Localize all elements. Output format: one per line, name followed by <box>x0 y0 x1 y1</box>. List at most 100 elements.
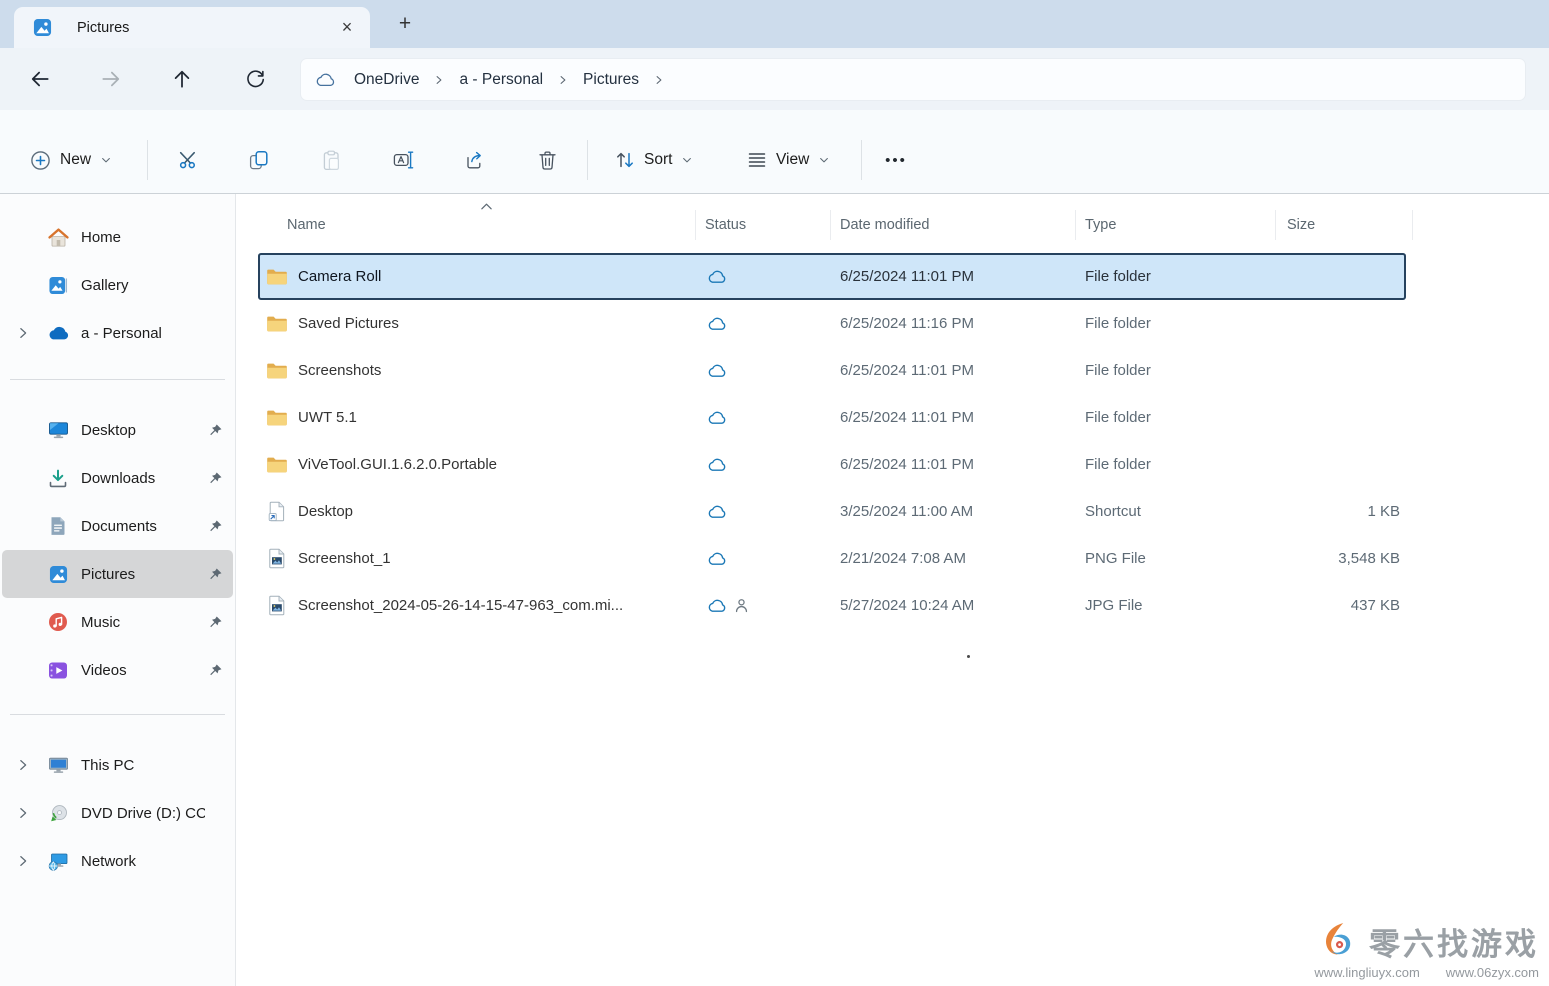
table-row[interactable]: Camera Roll 6/25/2024 11:01 PM File fold… <box>258 253 1406 300</box>
sidebar-item-home[interactable]: Home <box>0 213 235 261</box>
tab-close-icon[interactable]: × <box>334 15 360 41</box>
breadcrumb-personal[interactable]: a - Personal <box>451 67 551 93</box>
pictures-tab-icon <box>30 18 54 37</box>
table-row[interactable]: UWT 5.1 6/25/2024 11:01 PM File folder <box>258 394 1406 441</box>
cloud-status-icon <box>707 363 727 378</box>
sidebar-item-desktop[interactable]: Desktop <box>0 406 235 454</box>
table-row[interactable]: Screenshot_1 2/21/2024 7:08 AM PNG File … <box>258 535 1406 582</box>
sidebar-item-network[interactable]: Network <box>0 837 235 885</box>
file-icon <box>266 315 288 333</box>
expand-chevron-icon <box>16 326 46 340</box>
chevron-down-icon <box>100 154 112 166</box>
new-button[interactable]: New <box>20 139 122 181</box>
sidebar-item-this-pc[interactable]: This PC <box>0 741 235 789</box>
column-header-status[interactable]: Status <box>696 210 831 240</box>
view-button[interactable]: View <box>736 139 841 181</box>
file-date-cell: 3/25/2024 11:00 AM <box>831 503 1076 520</box>
sidebar-item-icon <box>46 421 70 440</box>
file-status-cell <box>696 504 831 519</box>
sidebar-item-videos[interactable]: Videos <box>0 646 235 694</box>
tab-strip: Pictures × + <box>0 0 1549 48</box>
new-tab-button[interactable]: + <box>390 9 420 39</box>
file-size-cell: 3,548 KB <box>1276 550 1406 567</box>
file-name-cell: Desktop <box>258 501 696 522</box>
breadcrumb-onedrive[interactable]: OneDrive <box>346 67 427 93</box>
sidebar-item-pictures[interactable]: Pictures <box>2 550 233 598</box>
file-icon <box>266 409 288 427</box>
file-type-cell: File folder <box>1076 268 1276 285</box>
column-header-size[interactable]: Size <box>1276 210 1413 240</box>
file-icon <box>266 268 288 286</box>
sidebar-item-icon <box>46 326 70 340</box>
expand-chevron-icon <box>16 806 46 820</box>
sidebar-item-label: Videos <box>81 662 205 679</box>
forward-button[interactable] <box>94 62 128 96</box>
file-name-cell: Screenshots <box>258 362 696 380</box>
refresh-button[interactable] <box>238 62 272 96</box>
sort-ascending-caret-icon <box>480 202 493 211</box>
sidebar-item-label: Pictures <box>81 566 205 583</box>
paste-button[interactable] <box>309 138 353 182</box>
column-header-type[interactable]: Type <box>1076 210 1276 240</box>
sidebar-item-downloads[interactable]: Downloads <box>0 454 235 502</box>
sidebar-item-icon <box>46 804 70 823</box>
table-row[interactable]: Screenshots 6/25/2024 11:01 PM File fold… <box>258 347 1406 394</box>
file-icon <box>266 362 288 380</box>
file-name-text: ViVeTool.GUI.1.6.2.0.Portable <box>298 456 497 473</box>
share-button[interactable] <box>453 138 497 182</box>
file-date-cell: 6/25/2024 11:01 PM <box>831 362 1076 379</box>
file-icon <box>266 501 288 522</box>
column-header-date-modified[interactable]: Date modified <box>831 210 1076 240</box>
file-name-text: Camera Roll <box>298 268 381 285</box>
chevron-down-icon <box>818 154 830 166</box>
file-name-text: Desktop <box>298 503 353 520</box>
pin-icon <box>205 567 223 582</box>
sort-button[interactable]: Sort <box>604 139 704 181</box>
sidebar-item-label: Gallery <box>81 277 205 294</box>
cloud-status-icon <box>707 551 727 566</box>
tab-pictures[interactable]: Pictures × <box>14 7 370 48</box>
table-row[interactable]: ViVeTool.GUI.1.6.2.0.Portable 6/25/2024 … <box>258 441 1406 488</box>
table-row[interactable]: Saved Pictures 6/25/2024 11:16 PM File f… <box>258 300 1406 347</box>
sidebar-item-dvd-drive-d-ccc[interactable]: DVD Drive (D:) CCC <box>0 789 235 837</box>
file-name-cell: Camera Roll <box>258 268 696 286</box>
watermark-url-1: www.lingliuyx.com <box>1314 965 1419 980</box>
sidebar-item-gallery[interactable]: Gallery <box>0 261 235 309</box>
file-type-cell: File folder <box>1076 456 1276 473</box>
copy-button[interactable] <box>237 138 281 182</box>
breadcrumb-pictures[interactable]: Pictures <box>575 67 647 93</box>
watermark-brand-text: 零六找游戏 <box>1369 919 1539 964</box>
rename-button[interactable] <box>381 138 425 182</box>
see-more-button[interactable]: ••• <box>874 139 918 181</box>
sidebar-item-label: Home <box>81 229 205 246</box>
table-row[interactable]: Screenshot_2024-05-26-14-15-47-963_com.m… <box>258 582 1406 629</box>
delete-button[interactable] <box>525 138 569 182</box>
file-name-text: Screenshot_2024-05-26-14-15-47-963_com.m… <box>298 597 623 614</box>
table-row[interactable]: Desktop 3/25/2024 11:00 AM Shortcut 1 KB <box>258 488 1406 535</box>
sidebar-item-documents[interactable]: Documents <box>0 502 235 550</box>
column-header-name[interactable]: Name <box>258 210 696 240</box>
file-status-cell <box>696 551 831 566</box>
sidebar-item-icon <box>46 565 70 584</box>
up-button[interactable] <box>165 62 199 96</box>
file-list-area: Name Status Date modified Type Size Came… <box>236 194 1549 986</box>
back-button[interactable] <box>23 62 57 96</box>
sidebar-item-label: DVD Drive (D:) CCC <box>81 805 205 822</box>
sidebar-item-icon <box>46 612 70 632</box>
sidebar-item-music[interactable]: Music <box>0 598 235 646</box>
file-date-cell: 6/25/2024 11:16 PM <box>831 315 1076 332</box>
shared-person-icon <box>734 598 749 613</box>
view-lines-icon <box>747 151 767 169</box>
file-status-cell <box>696 269 831 284</box>
file-icon <box>266 548 288 569</box>
file-name-text: Saved Pictures <box>298 315 399 332</box>
file-size-cell: 437 KB <box>1276 597 1406 614</box>
sidebar-item-label: Network <box>81 853 205 870</box>
toolbar-divider <box>587 140 588 180</box>
address-bar[interactable]: OneDrive a - Personal Pictures <box>300 58 1526 101</box>
file-name-cell: UWT 5.1 <box>258 409 696 427</box>
sidebar-item-a-personal[interactable]: a - Personal <box>0 309 235 357</box>
cut-button[interactable] <box>166 138 210 182</box>
trash-icon <box>538 150 557 171</box>
watermark-url-2: www.06zyx.com <box>1446 965 1539 980</box>
